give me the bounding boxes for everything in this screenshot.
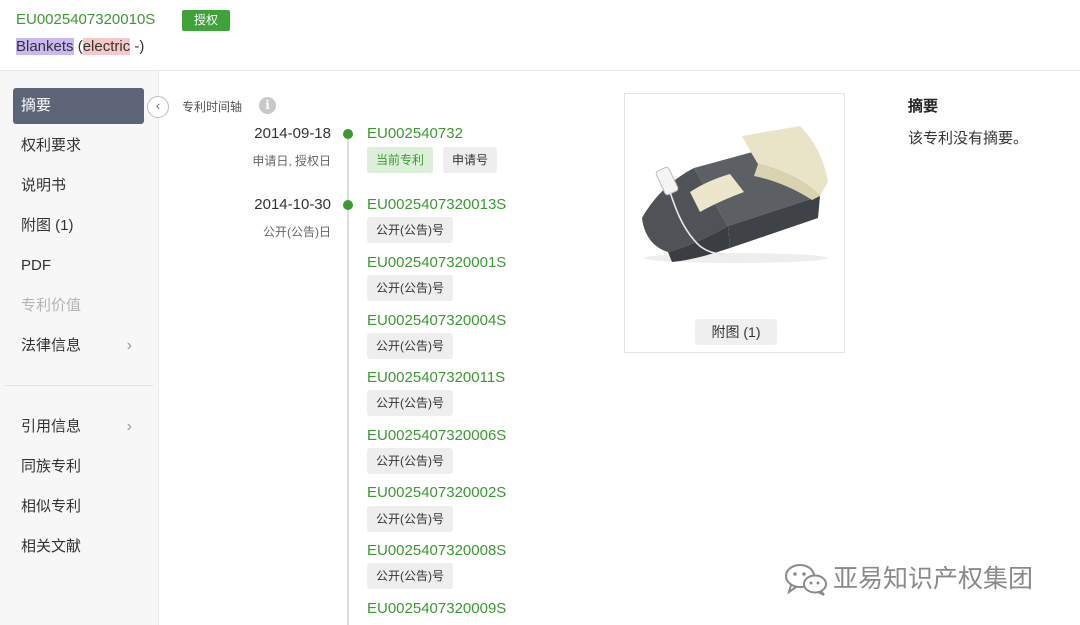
timeline-date: 2014-10-30 bbox=[254, 196, 331, 213]
publication-number-tag: 公开(公告)号 bbox=[367, 506, 453, 532]
status-badge: 授权 bbox=[182, 10, 230, 31]
title-keyword-blankets: Blankets bbox=[16, 38, 74, 55]
sidebar-item-claims[interactable]: 权利要求 bbox=[13, 128, 144, 164]
electric-blanket-image bbox=[642, 126, 828, 263]
sidebar-item-label: 摘要 bbox=[21, 97, 52, 114]
sidebar-item-label: 同族专利 bbox=[21, 458, 82, 475]
timeline-date: 2014-09-18 bbox=[254, 125, 331, 142]
sidebar-item-citations[interactable]: 引用信息 › bbox=[13, 409, 144, 445]
patent-title: Blankets (electric -) bbox=[16, 38, 144, 55]
sidebar-item-pdf[interactable]: PDF bbox=[13, 248, 144, 284]
timeline-patent-number[interactable]: EU002540732 bbox=[367, 125, 463, 142]
sidebar-nav: 摘要 权利要求 说明书 附图 (1) PDF 专利价值 法律信息 › 引用信息 › … bbox=[0, 71, 159, 625]
sidebar-item-label: 引用信息 bbox=[21, 418, 82, 435]
timeline-patent-number[interactable]: EU0025407320002S bbox=[367, 484, 506, 501]
sidebar-divider bbox=[5, 385, 153, 386]
sidebar-item-label: 附图 (1) bbox=[21, 217, 74, 234]
publication-number-tag: 公开(公告)号 bbox=[367, 563, 453, 589]
timeline-patent-number[interactable]: EU0025407320008S bbox=[367, 542, 506, 559]
sidebar-item-abstract[interactable]: 摘要 bbox=[13, 88, 144, 124]
timeline-dot bbox=[343, 200, 353, 210]
sidebar-item-legal-info[interactable]: 法律信息 › bbox=[13, 328, 144, 364]
abstract-text: 该专利没有摘要。 bbox=[908, 130, 1029, 147]
title-keyword-electric: electric bbox=[82, 38, 131, 55]
sidebar-item-description[interactable]: 说明书 bbox=[13, 168, 144, 204]
sidebar-item-similar[interactable]: 相似专利 bbox=[13, 489, 144, 525]
figures-button[interactable]: 附图 (1) bbox=[695, 319, 777, 345]
application-number-tag: 申请号 bbox=[443, 147, 498, 173]
patent-header: EU0025407320010S 授权 Blankets (electric -… bbox=[0, 0, 1080, 71]
timeline-title: 专利时间轴 bbox=[182, 100, 243, 114]
sidebar-item-label: 专利价值 bbox=[21, 297, 82, 314]
chevron-right-icon: › bbox=[126, 337, 132, 354]
publication-number[interactable]: EU0025407320010S bbox=[16, 11, 155, 28]
timeline-date-label: 公开(公告)日 bbox=[263, 225, 331, 239]
info-icon[interactable]: i bbox=[259, 97, 276, 114]
sidebar-item-label: 说明书 bbox=[21, 177, 67, 194]
publication-number-tag: 公开(公告)号 bbox=[367, 390, 453, 416]
sidebar-collapse-button[interactable]: ‹ bbox=[147, 96, 169, 118]
timeline-dot bbox=[343, 129, 353, 139]
title-paren-close: -) bbox=[130, 38, 145, 55]
sidebar-item-label: 法律信息 bbox=[21, 337, 82, 354]
sidebar-item-label: 相关文献 bbox=[21, 538, 82, 555]
figure-card[interactable]: 附图 (1) bbox=[624, 93, 845, 353]
publication-number-tag: 公开(公告)号 bbox=[367, 275, 453, 301]
sidebar-item-label: 权利要求 bbox=[21, 137, 82, 154]
sidebar-item-figures[interactable]: 附图 (1) bbox=[13, 208, 144, 244]
chevron-left-icon: ‹ bbox=[155, 98, 161, 113]
publication-number-tag: 公开(公告)号 bbox=[367, 333, 453, 359]
timeline-patent-number[interactable]: EU0025407320011S bbox=[367, 369, 505, 386]
timeline-patent-number[interactable]: EU0025407320013S bbox=[367, 196, 506, 213]
title-paren-open: ( bbox=[73, 38, 83, 55]
timeline-date-label: 申请日, 授权日 bbox=[252, 154, 331, 168]
sidebar-item-label: PDF bbox=[21, 257, 51, 274]
sidebar-item-patent-value: 专利价值 bbox=[13, 288, 144, 324]
timeline-patent-number[interactable]: EU0025407320004S bbox=[367, 312, 506, 329]
timeline-patent-number[interactable]: EU0025407320009S bbox=[367, 600, 506, 617]
timeline-patent-number[interactable]: EU0025407320006S bbox=[367, 427, 506, 444]
watermark-text: 亚易知识产权集团 bbox=[833, 565, 1034, 593]
sidebar-item-family[interactable]: 同族专利 bbox=[13, 449, 144, 485]
wechat-icon bbox=[785, 564, 827, 596]
abstract-title: 摘要 bbox=[908, 98, 939, 115]
sidebar-item-related-docs[interactable]: 相关文献 bbox=[13, 529, 144, 565]
sidebar-item-label: 相似专利 bbox=[21, 498, 82, 515]
publication-number-tag: 公开(公告)号 bbox=[367, 217, 453, 243]
timeline-patent-number[interactable]: EU0025407320001S bbox=[367, 254, 506, 271]
chevron-right-icon: › bbox=[126, 418, 132, 435]
current-patent-tag: 当前专利 bbox=[367, 147, 434, 173]
publication-number-tag: 公开(公告)号 bbox=[367, 448, 453, 474]
